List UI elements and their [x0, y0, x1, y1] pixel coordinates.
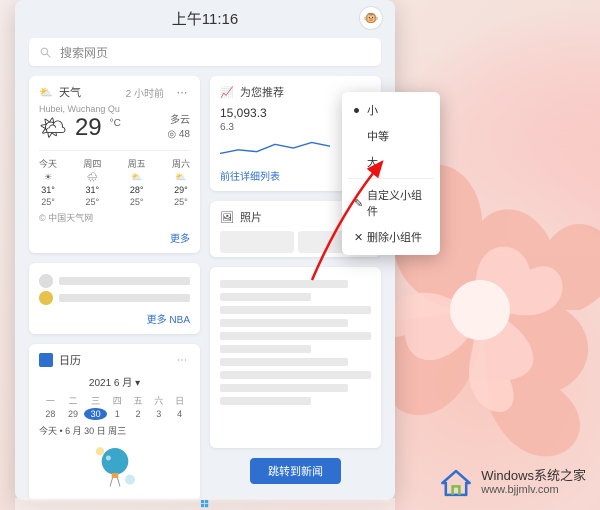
user-avatar[interactable]: 🐵 [359, 6, 383, 30]
blurred-text [220, 280, 348, 288]
blurred-text [220, 397, 311, 405]
blurred-text [59, 294, 190, 302]
weather-current-icon: 🌤 [39, 115, 67, 141]
weather-updated: 2 小时前 [126, 85, 164, 100]
weather-more-link[interactable]: 更多 [39, 230, 190, 245]
bullet-icon [354, 108, 359, 113]
blurred-text [220, 384, 348, 392]
blurred-text [220, 319, 348, 327]
site-watermark: Windows系统之家 www.bjjmlv.com [439, 466, 586, 500]
calendar-today-line: 今天 • 6 月 30 日 周三 [39, 424, 190, 437]
calendar-title: 日历 [59, 352, 81, 368]
menu-separator [348, 178, 434, 179]
forecast-day: 周六⛅29°25° [172, 157, 190, 207]
calendar-widget[interactable]: 日历 ⋯ 2021 6 月 ▾ 一二三四五六日 2829301234 今天 • … [29, 344, 200, 500]
clock: 上午11:16 [172, 8, 238, 29]
photos-icon: 🖼 [220, 210, 234, 224]
widgets-panel: 上午11:16 🐵 搜索网页 ⛅ 天气 2 小时前 ⋯ Hubei, Wucha… [15, 0, 395, 500]
weather-widget[interactable]: ⛅ 天气 2 小时前 ⋯ Hubei, Wuchang Qu 🌤 29 °C 多… [29, 76, 200, 253]
house-icon [439, 466, 473, 500]
menu-size-large[interactable]: 大 [342, 149, 440, 175]
weather-source: © 中国天气网 [39, 211, 190, 224]
start-icon[interactable] [201, 500, 209, 508]
forecast-day: 周四🌧31°25° [83, 157, 101, 207]
photos-title: 照片 [240, 209, 262, 225]
calendar-icon [39, 353, 53, 367]
forecast-day: 周五⛅28°25° [128, 157, 146, 207]
widget-context-menu: 小 中等 大 ✎自定义小组件 ✕删除小组件 [342, 92, 440, 255]
taskbar[interactable] [15, 498, 395, 510]
watermark-url: www.bjjmlv.com [481, 484, 586, 498]
weather-more-icon[interactable]: ⋯ [174, 84, 190, 100]
blurred-text [220, 332, 371, 340]
menu-size-small[interactable]: 小 [342, 97, 440, 123]
weather-desc: 多云◎ 48 [167, 114, 190, 142]
weather-location: Hubei, Wuchang Qu [39, 104, 190, 114]
weather-title: 天气 [59, 84, 81, 100]
panel-header: 上午11:16 🐵 [15, 0, 395, 36]
blurred-text [59, 277, 190, 285]
search-icon [39, 46, 52, 59]
news-widget[interactable] [210, 267, 381, 448]
calendar-grid[interactable]: 一二三四五六日 2829301234 [39, 393, 190, 420]
widget-columns: ⛅ 天气 2 小时前 ⋯ Hubei, Wuchang Qu 🌤 29 °C 多… [15, 76, 395, 500]
search-input[interactable]: 搜索网页 [29, 38, 381, 66]
forecast-day: 今天☀31°25° [39, 157, 57, 207]
left-column: ⛅ 天气 2 小时前 ⋯ Hubei, Wuchang Qu 🌤 29 °C 多… [29, 76, 200, 488]
blurred-text [220, 358, 348, 366]
sports-widget[interactable]: 更多 NBA [29, 263, 200, 334]
weather-forecast: 今天☀31°25° 周四🌧31°25° 周五⛅28°25° 周六⛅29°25° [39, 150, 190, 207]
pencil-icon: ✎ [354, 197, 359, 210]
weather-icon: ⛅ [39, 85, 53, 99]
blurred-text [220, 306, 371, 314]
calendar-more-icon[interactable]: ⋯ [174, 352, 190, 368]
recommend-title: 为您推荐 [240, 84, 284, 100]
blurred-text [220, 345, 311, 353]
menu-remove-widget[interactable]: ✕删除小组件 [342, 224, 440, 250]
blurred-text [220, 371, 371, 379]
weather-temp: 29 [75, 114, 102, 142]
sparkline-icon [220, 137, 330, 159]
watermark-title: Windows系统之家 [481, 468, 586, 484]
menu-customize-widget[interactable]: ✎自定义小组件 [342, 182, 440, 224]
photo-thumb[interactable] [220, 231, 294, 253]
team-logo-icon [39, 291, 53, 305]
search-placeholder: 搜索网页 [60, 44, 108, 61]
chart-icon: 📈 [220, 85, 234, 99]
calendar-month: 2021 6 月 ▾ [39, 374, 190, 389]
sports-more-link[interactable]: 更多 NBA [39, 311, 190, 326]
menu-size-medium[interactable]: 中等 [342, 123, 440, 149]
goto-news-button[interactable]: 跳转到新闻 [250, 458, 341, 484]
calendar-illustration [39, 443, 190, 493]
blurred-text [220, 293, 311, 301]
weather-unit: °C [110, 118, 121, 129]
remove-icon: ✕ [354, 231, 359, 244]
team-logo-icon [39, 274, 53, 288]
chevron-down-icon: ▾ [135, 378, 140, 389]
